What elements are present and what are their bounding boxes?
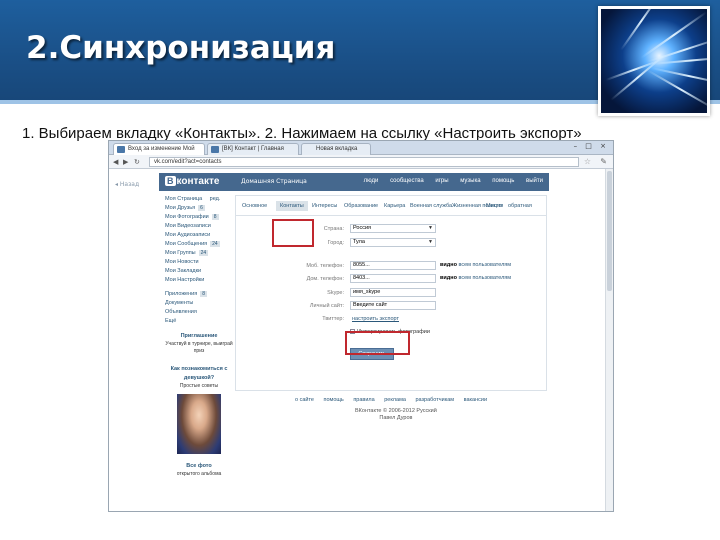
menu-badge: 8 [200,291,207,297]
scrollbar[interactable] [605,169,613,511]
window-controls[interactable]: – □ × [574,142,609,150]
menu-item-videos[interactable]: Мои Видеозаписи [165,222,233,231]
nav-help[interactable]: помощь [492,178,514,184]
nav-logout[interactable]: выйти [526,178,543,184]
tab-places[interactable]: Места [486,203,502,209]
address-bar: ◀ ▶ ↻ vk.com/edit?act=contacts ☆ ✎ [109,155,613,169]
site-input[interactable]: Введите сайт [350,301,436,310]
footer-help[interactable]: помощь [324,397,344,403]
menu-item-documents[interactable]: Документы [165,299,233,308]
footer-about[interactable]: о сайте [295,397,314,403]
highlight-export-link [345,331,410,355]
wrench-icon[interactable]: ✎ [600,157,607,166]
skype-input[interactable]: имя_skype [350,288,436,297]
tab-basic[interactable]: Основное [242,203,267,209]
menu-item-news[interactable]: Мои Новости [165,258,233,267]
vk-page: ◂ Назад Вконтакте Домашняя Страница люди… [109,169,613,511]
vk-top-nav: люди сообщества игры музыка помощь выйти [354,178,543,184]
slide-title: 2.Синхронизация [26,30,336,66]
menu-item-photos[interactable]: Мои Фотографии 8 [165,213,233,222]
left-menu: Моя Страница ред. Мои Друзья 6 Мои Фотогр… [165,195,233,478]
tab-other[interactable]: обратная [508,203,532,209]
menu-badge: 24 [198,250,209,256]
menu-item-apps[interactable]: Приложения 8 [165,290,233,299]
menu-item-groups[interactable]: Мои Группы 24 [165,249,233,258]
tab-military[interactable]: Военная служба [410,203,452,209]
highlight-contacts-tab [272,219,314,247]
tab-education[interactable]: Образование [344,203,378,209]
back-link[interactable]: ◂ Назад [115,181,139,188]
ad-text-2: Простые советы [179,383,219,389]
ad-title-3[interactable]: Все фото [165,462,233,471]
scrollbar-thumb[interactable] [607,171,612,291]
city-select[interactable]: Тула ▼ [350,238,436,247]
mobile-label: Моб. телефон: [306,263,344,269]
url-input[interactable]: vk.com/edit?act=contacts [149,157,579,167]
tab-career[interactable]: Карьера [384,203,405,209]
vk-top-bar: Вконтакте Домашняя Страница люди сообщес… [159,173,549,191]
browser-tab-2[interactable]: [ВК] Контакт | Главная [207,143,299,155]
ad-title-2[interactable]: Как познакомиться с девушкой? [165,365,233,383]
menu-badge: 24 [210,241,220,247]
vk-home-label[interactable]: Домашняя Страница [241,178,307,185]
footer-developers[interactable]: разработчикам [415,397,454,403]
vk-favicon-icon [117,146,125,153]
country-select[interactable]: Россия ▼ [350,224,436,233]
menu-item-settings[interactable]: Мои Настройки [165,276,233,285]
mobile-input[interactable]: 8055... [350,261,436,270]
browser-tab-1[interactable]: Вход за изменение Мой [113,143,205,155]
footer-links: о сайте помощь правила реклама разработч… [295,397,495,403]
twitter-label: Твиттер: [322,316,344,322]
vk-favicon-icon [211,146,219,153]
ad-photo[interactable] [177,394,221,454]
skype-label: Skype: [327,290,344,296]
menu-item-bookmarks[interactable]: Мои Закладки [165,267,233,276]
menu-badge: 6 [198,205,205,211]
chevron-down-icon: ▼ [428,225,433,231]
bookmark-star-icon[interactable]: ☆ [584,157,591,166]
site-label: Личный сайт: [309,303,344,309]
browser-tab-3[interactable]: Новая вкладка [301,143,371,155]
menu-item-audio[interactable]: Мои Аудиозаписи [165,231,233,240]
nav-communities[interactable]: сообщества [390,178,424,184]
nav-music[interactable]: музыка [460,178,480,184]
ad-text-3: открытого альбома [176,471,222,477]
forward-arrow-icon[interactable]: ▶ [123,158,128,166]
decorative-light-image [598,6,710,116]
ad-title-1[interactable]: Приглашение [165,332,233,341]
footer-rules[interactable]: правила [353,397,374,403]
vk-logo[interactable]: Вконтакте [165,176,219,187]
tab-interests[interactable]: Интересы [312,203,337,209]
menu-item-ads[interactable]: Объявления [165,308,233,317]
browser-tab-bar: Вход за изменение Мой [ВК] Контакт | Гла… [109,141,613,155]
home-phone-visibility[interactable]: видно всем пользователям [440,275,511,281]
chevron-down-icon: ▼ [428,239,433,245]
browser-screenshot: Вход за изменение Мой [ВК] Контакт | Гла… [108,140,614,512]
menu-badge: 8 [211,214,219,220]
mobile-visibility[interactable]: видно всем пользователям [440,262,511,268]
footer-jobs[interactable]: вакансии [464,397,487,403]
profile-tabs: Основное Контакты Интересы Образование К… [236,196,546,216]
nav-games[interactable]: игры [435,178,448,184]
home-phone-label: Дом. телефон: [306,276,344,282]
nav-people[interactable]: люди [364,178,379,184]
back-arrow-icon[interactable]: ◀ [113,158,118,166]
copyright: ВКонтакте © 2006-2012 Русский Павел Дуро… [355,408,437,421]
menu-item-friends[interactable]: Мои Друзья 6 [165,204,233,213]
menu-item-my-page[interactable]: Моя Страница ред. [165,195,233,204]
footer-ads[interactable]: реклама [384,397,406,403]
ad-text-1: Участвуй в турнире, выиграй приз [165,341,233,354]
tab-contacts[interactable]: Контакты [276,201,308,211]
menu-item-more[interactable]: Ещё [165,317,233,326]
configure-export-link[interactable]: настроить экспорт [352,316,399,322]
reload-icon[interactable]: ↻ [134,158,140,166]
menu-item-messages[interactable]: Мои Сообщения 24 [165,240,233,249]
home-phone-input[interactable]: 8403... [350,274,436,283]
